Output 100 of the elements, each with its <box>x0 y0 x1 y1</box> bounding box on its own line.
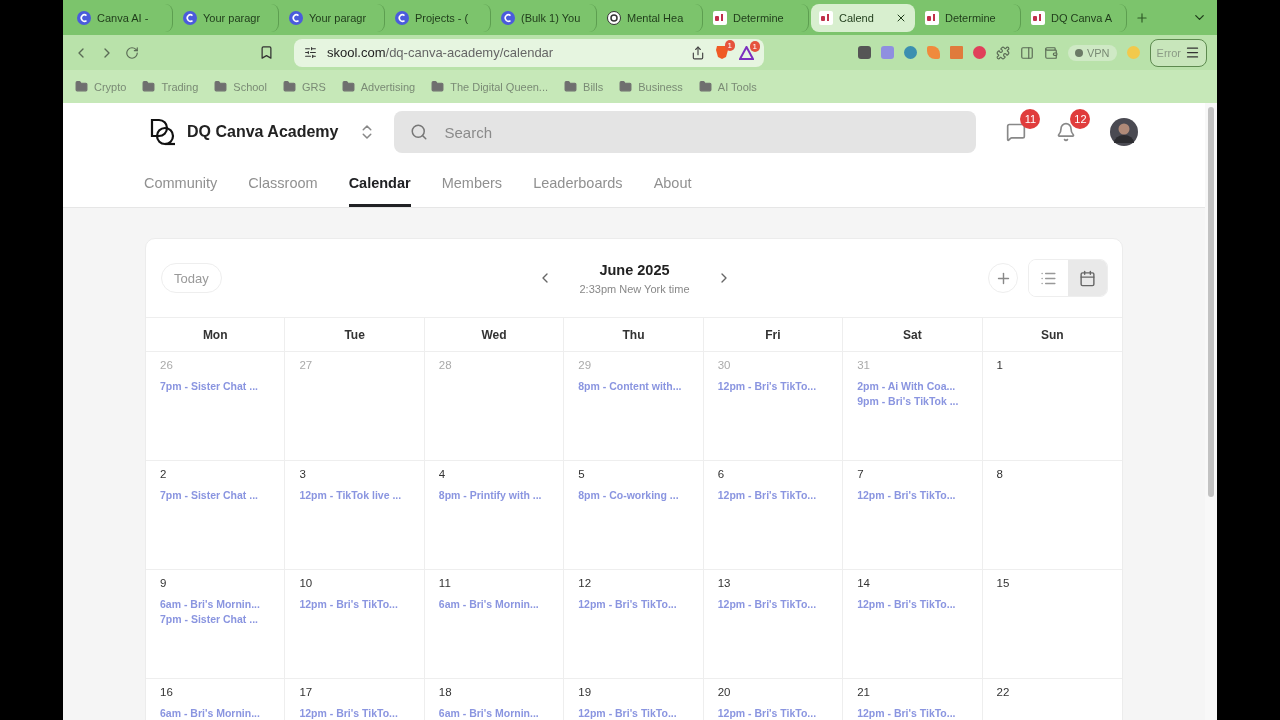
notification-icon[interactable] <box>1056 122 1077 142</box>
share-icon[interactable] <box>691 45 705 60</box>
browser-tab[interactable]: Canva AI - <box>69 3 173 32</box>
browser-tab[interactable]: Calend <box>811 3 915 32</box>
extension-icon[interactable] <box>972 46 986 59</box>
bookmark-folder[interactable]: AI Tools <box>698 80 757 93</box>
logo-icon[interactable] <box>149 117 177 147</box>
day-number: 11 <box>438 577 451 589</box>
event-link[interactable]: 12pm - Bri's TikTo... <box>857 707 956 719</box>
site-icon <box>183 10 197 25</box>
day-number: 4 <box>438 468 446 480</box>
event-link[interactable]: 8pm - Co-working ... <box>578 489 679 501</box>
day-number: 9 <box>160 577 167 589</box>
new-tab-icon[interactable] <box>1135 10 1149 25</box>
event-link[interactable]: 12pm - Bri's TikTo... <box>717 598 817 610</box>
event-link[interactable]: 12pm - TikTok live ... <box>299 489 402 501</box>
triangle-icon[interactable] <box>739 45 754 60</box>
event-link[interactable]: 12pm - Bri's TikTo... <box>299 707 398 719</box>
day-number: 31 <box>857 359 870 371</box>
event-link[interactable]: 8pm - Content with... <box>578 380 682 392</box>
event-link[interactable]: 9pm - Bri's TikTok ... <box>857 395 959 407</box>
weekday-header: Tue <box>285 318 425 352</box>
extension-icon[interactable] <box>857 46 871 59</box>
browser-tab[interactable]: Projects - ( <box>387 3 491 32</box>
folder-icon <box>341 80 355 93</box>
site-icon <box>607 10 621 25</box>
event-link[interactable]: 12pm - Bri's TikTo... <box>578 707 677 719</box>
event-link[interactable]: 7pm - Sister Chat ... <box>160 380 259 392</box>
day-number: 27 <box>299 359 313 371</box>
today-button[interactable]: Today <box>161 263 222 293</box>
wallet-icon[interactable] <box>1043 45 1058 60</box>
event-link[interactable]: 12pm - Bri's TikTo... <box>857 598 956 610</box>
sidebar-icon[interactable] <box>1019 45 1034 60</box>
event-link[interactable]: 12pm - Bri's TikTo... <box>717 489 817 501</box>
browser-tab[interactable]: Determine <box>705 3 809 32</box>
extension-icon[interactable] <box>903 46 917 59</box>
day-number: 22 <box>996 686 1010 698</box>
browser-tab[interactable]: Mental Hea <box>599 3 703 32</box>
site-icon <box>77 10 91 25</box>
folder-icon <box>75 80 88 93</box>
browser-tab[interactable]: Your paragr <box>281 3 385 32</box>
day-number: 15 <box>996 577 1010 589</box>
event-link[interactable]: 12pm - Bri's TikTo... <box>578 598 677 610</box>
event-link[interactable]: 6am - Bri's Mornin... <box>160 598 260 610</box>
browser-tab[interactable]: DQ Canva A <box>1023 3 1127 32</box>
bookmark-folder[interactable]: Advertising <box>341 80 416 93</box>
day-number: 29 <box>578 359 592 371</box>
bookmark-folder[interactable]: Bills <box>564 80 604 93</box>
weekday-header: Wed <box>424 318 565 352</box>
day-number: 8 <box>996 468 1003 480</box>
bookmark-folder[interactable]: The Digital Queen... <box>431 80 549 93</box>
event-link[interactable]: 7pm - Sister Chat ... <box>160 489 259 501</box>
day-number: 30 <box>717 359 731 371</box>
nav-tab[interactable]: About <box>653 161 692 207</box>
event-link[interactable]: 12pm - Bri's TikTo... <box>857 489 956 501</box>
folder-icon <box>214 80 228 93</box>
event-link[interactable]: 6am - Bri's Mornin... <box>160 707 260 719</box>
calendar-view-button[interactable] <box>1068 260 1107 296</box>
site-icon <box>289 10 303 25</box>
avatar[interactable] <box>1110 118 1139 146</box>
nav-tab[interactable]: Classroom <box>248 161 318 207</box>
group-name[interactable]: DQ Canva Academy <box>187 123 339 141</box>
event-link[interactable]: 12pm - Bri's TikTo... <box>299 598 398 610</box>
folder-icon <box>619 80 633 93</box>
puzzle-icon[interactable] <box>995 45 1010 60</box>
nav-tab[interactable]: Calendar <box>348 161 411 207</box>
event-link[interactable]: 6am - Bri's Mornin... <box>438 707 539 719</box>
nav-tab[interactable]: Leaderboards <box>533 161 623 207</box>
browser-tab[interactable]: Your paragr <box>175 3 279 32</box>
event-link[interactable]: 7pm - Sister Chat ... <box>160 613 259 625</box>
calendar-icon <box>1079 269 1096 287</box>
bookmark-folder[interactable]: Crypto <box>75 80 127 93</box>
event-link[interactable]: 12pm - Bri's TikTo... <box>717 380 817 392</box>
bookmark-folder[interactable]: Trading <box>142 80 199 93</box>
event-link[interactable]: 2pm - Ai With Coa... <box>857 380 956 392</box>
browser-tab[interactable]: (Bulk 1) You <box>493 3 597 32</box>
scrollbar-thumb[interactable] <box>1208 107 1214 497</box>
bookmark-icon[interactable] <box>259 45 274 60</box>
site-icon <box>501 10 515 25</box>
shield-icon[interactable] <box>715 45 729 60</box>
event-link[interactable]: 12pm - Bri's TikTo... <box>717 707 817 719</box>
bookmark-folder[interactable]: GRS <box>282 80 326 93</box>
address-bar[interactable]: skool.com/dq-canva-academy/calendar 1 1 <box>294 38 764 67</box>
bookmark-folder[interactable]: Business <box>619 80 683 93</box>
browser-tab[interactable]: Determine <box>917 3 1021 32</box>
weekday-header: Sat <box>843 318 983 352</box>
notification-badge: 12 <box>1070 109 1091 129</box>
nav-tab[interactable]: Community <box>144 161 218 207</box>
vpn-button[interactable]: VPN <box>1067 44 1117 61</box>
event-link[interactable]: 8pm - Printify with ... <box>438 489 542 501</box>
chat-icon[interactable] <box>1006 122 1027 142</box>
nav-tab[interactable]: Members <box>441 161 503 207</box>
error-button[interactable]: Error <box>1149 38 1207 67</box>
add-event-button[interactable] <box>988 263 1018 293</box>
search-field[interactable]: Search <box>394 111 977 153</box>
site-settings-icon[interactable] <box>304 46 317 59</box>
reload-icon[interactable] <box>125 45 139 60</box>
event-link[interactable]: 6am - Bri's Mornin... <box>438 598 539 610</box>
bookmark-folder[interactable]: School <box>214 80 267 93</box>
folder-icon <box>431 80 445 93</box>
